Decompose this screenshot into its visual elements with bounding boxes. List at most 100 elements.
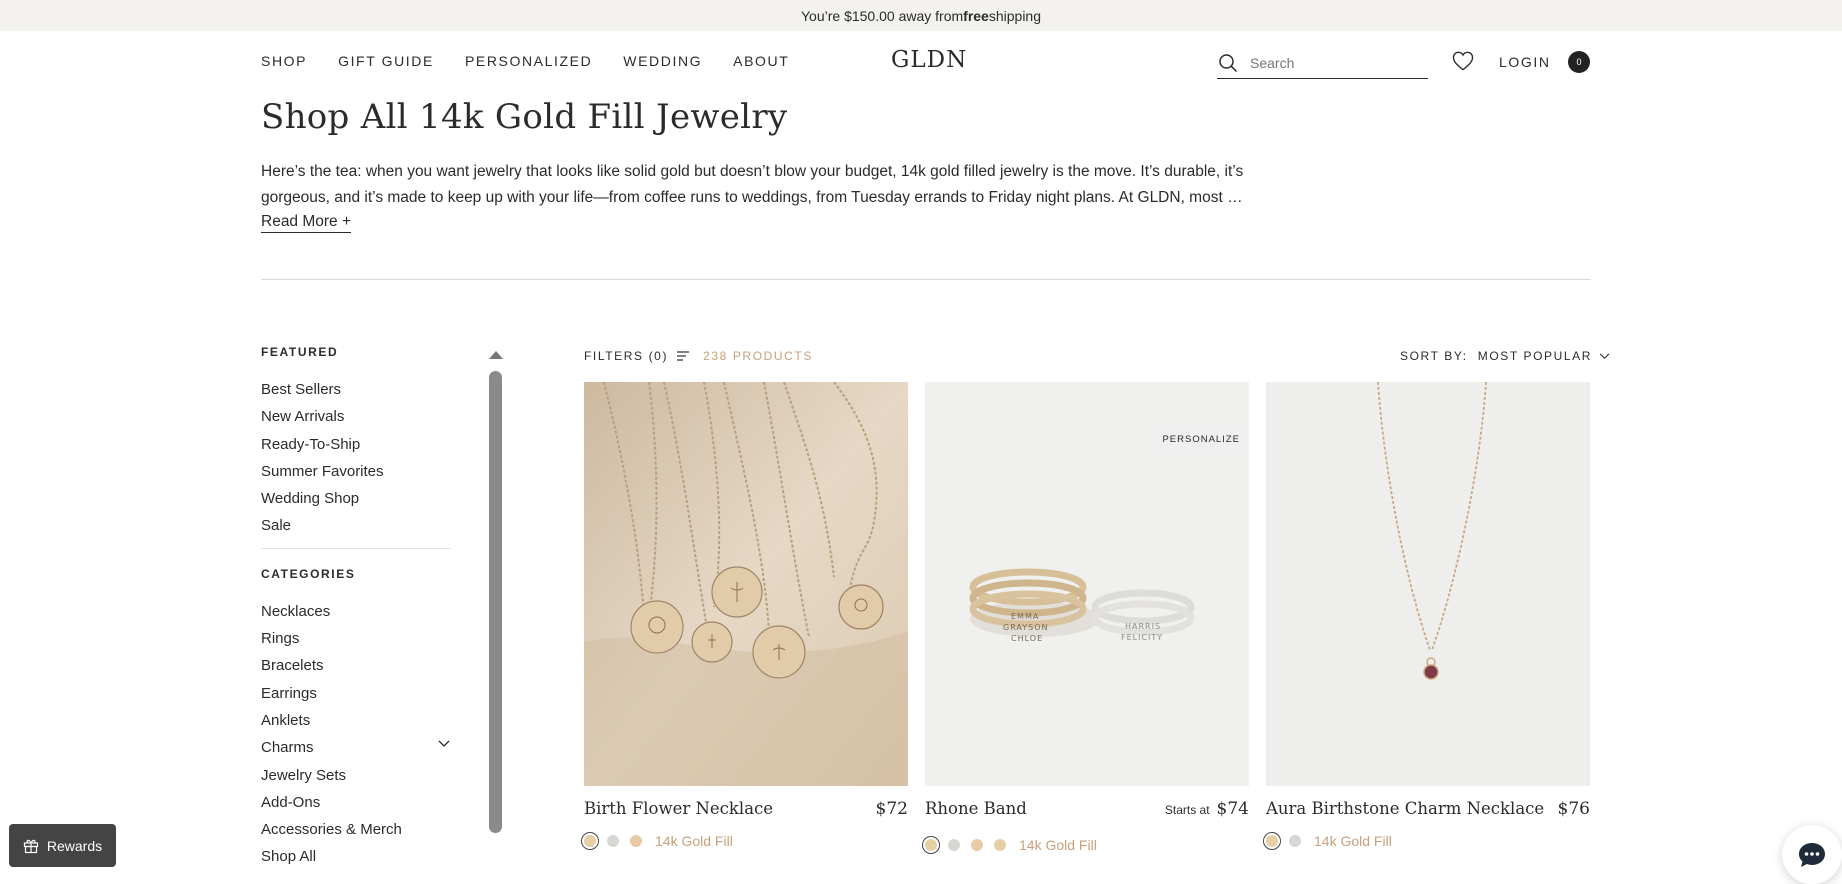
cart-count-badge[interactable]: 0 [1568, 51, 1590, 73]
product-card[interactable]: Birth Flower Necklace $72 14k Gold Fill [584, 382, 908, 853]
swatch-gold[interactable] [925, 839, 937, 851]
swatch-rose[interactable] [971, 839, 983, 851]
product-grid: Birth Flower Necklace $72 14k Gold Fill [584, 382, 1590, 853]
sidebar-item-anklets[interactable]: Anklets [261, 710, 451, 737]
price-value: $76 [1557, 799, 1590, 819]
sort-dropdown[interactable]: SORT BY: MOST POPULAR [1400, 349, 1610, 363]
swatch-silver[interactable] [1289, 835, 1301, 847]
intro-text: Here’s the tea: when you want jewelry th… [261, 159, 1251, 211]
featured-list: Best Sellers New Arrivals Ready-To-Ship … [261, 379, 451, 543]
product-name[interactable]: Rhone Band [925, 799, 1027, 818]
announcement-bar: You’re $150.00 away from free shipping [0, 0, 1842, 31]
swatch-label: 14k Gold Fill [1019, 837, 1097, 853]
read-more-link[interactable]: Read More + [261, 213, 352, 233]
product-toolbar: FILTERS (0) 238 PRODUCTS [584, 349, 813, 363]
nav-wedding[interactable]: WEDDING [623, 53, 702, 69]
color-swatches: 14k Gold Fill [1266, 833, 1590, 849]
engraving-harris: HARRIS [1125, 622, 1161, 631]
sort-label: SORT BY: [1400, 349, 1468, 363]
filter-lines-icon[interactable] [677, 351, 690, 361]
product-price: $72 [869, 799, 908, 819]
announcement-bold: free [963, 7, 989, 24]
sidebar-scrollbar[interactable] [489, 371, 502, 833]
sidebar-item-best-sellers[interactable]: Best Sellers [261, 379, 451, 406]
product-name[interactable]: Aura Birthstone Charm Necklace [1266, 799, 1544, 818]
categories-list: Necklaces Rings Bracelets Earrings Ankle… [261, 601, 451, 874]
sidebar-item-summer-favorites[interactable]: Summer Favorites [261, 461, 451, 488]
rewards-button[interactable]: Rewards [9, 824, 116, 867]
nav-about[interactable]: ABOUT [733, 53, 789, 69]
main-nav: SHOP GIFT GUIDE PERSONALIZED WEDDING ABO… [261, 53, 789, 69]
logo[interactable]: GLDN [891, 47, 967, 73]
sidebar-item-ready-to-ship[interactable]: Ready-To-Ship [261, 434, 451, 461]
sidebar-item-bracelets[interactable]: Bracelets [261, 655, 451, 682]
product-card[interactable]: EMMA GRAYSON CHLOE HARRIS FELICITY Rhone… [925, 382, 1249, 853]
search-field[interactable] [1217, 48, 1428, 79]
sidebar-item-shop-all[interactable]: Shop All [261, 846, 451, 873]
product-price: $76 [1551, 799, 1590, 819]
search-icon [1219, 54, 1238, 73]
nav-personalized[interactable]: PERSONALIZED [465, 53, 592, 69]
login-link[interactable]: LOGIN [1499, 54, 1551, 70]
sidebar-item-necklaces[interactable]: Necklaces [261, 601, 451, 628]
product-info: Birth Flower Necklace $72 [584, 799, 908, 831]
swatch-gold-alt[interactable] [994, 839, 1006, 851]
sidebar-item-new-arrivals[interactable]: New Arrivals [261, 406, 451, 433]
color-swatches: 14k Gold Fill [584, 833, 908, 849]
sidebar-item-add-ons[interactable]: Add-Ons [261, 792, 451, 819]
chat-bubble-icon [1799, 842, 1825, 867]
nav-shop[interactable]: SHOP [261, 53, 307, 69]
featured-heading: FEATURED [261, 345, 339, 359]
product-info: Rhone Band Starts at $74 [925, 799, 1249, 831]
price-prefix: Starts at [1164, 803, 1210, 817]
swatch-label: 14k Gold Fill [655, 833, 733, 849]
engraving-chloe: CHLOE [1011, 634, 1043, 643]
swatch-gold[interactable] [584, 835, 596, 847]
sidebar-item-charms[interactable]: Charms [261, 737, 451, 764]
nav-gift-guide[interactable]: GIFT GUIDE [338, 53, 434, 69]
sidebar-item-rings[interactable]: Rings [261, 628, 451, 655]
chat-button[interactable] [1782, 825, 1842, 884]
product-count: 238 PRODUCTS [703, 349, 813, 363]
wishlist-heart-icon[interactable] [1452, 51, 1474, 71]
personalize-badge[interactable]: PERSONALIZE [1153, 429, 1249, 450]
swatch-silver[interactable] [607, 835, 619, 847]
search-input[interactable] [1248, 54, 1422, 72]
sidebar-item-wedding-shop[interactable]: Wedding Shop [261, 488, 451, 515]
divider [261, 279, 1591, 280]
sidebar-item-earrings[interactable]: Earrings [261, 683, 451, 710]
product-info: Aura Birthstone Charm Necklace $76 [1266, 799, 1590, 831]
sidebar-item-sale[interactable]: Sale [261, 515, 451, 542]
swatch-rose[interactable] [630, 835, 642, 847]
filters-button[interactable]: FILTERS (0) [584, 349, 668, 363]
sort-value[interactable]: MOST POPULAR [1478, 349, 1592, 363]
announcement-text: You’re $150.00 away from [801, 7, 964, 24]
swatch-gold[interactable] [1266, 835, 1278, 847]
price-value: $74 [1216, 799, 1249, 819]
engraving-felicity: FELICITY [1121, 633, 1163, 642]
sidebar-divider [261, 547, 451, 549]
product-image-aura-birthstone-charm-necklace[interactable] [1266, 382, 1590, 786]
sidebar-item-jewelry-sets[interactable]: Jewelry Sets [261, 765, 451, 792]
categories-heading: CATEGORIES [261, 566, 356, 581]
announcement-tail: shipping [988, 7, 1041, 24]
chevron-down-icon[interactable] [438, 740, 450, 748]
rewards-label: Rewards [46, 837, 103, 854]
swatch-silver[interactable] [948, 839, 960, 851]
filter-sidebar: FEATURED Best Sellers New Arrivals Ready… [261, 345, 451, 874]
page-title: Shop All 14k Gold Fill Jewelry [261, 97, 788, 137]
scroll-up-arrow[interactable] [489, 351, 503, 359]
product-price: Starts at $74 [1165, 799, 1249, 819]
gift-icon [23, 839, 38, 853]
intro-line-2: gorgeous, and it’s made to keep up with … [261, 189, 1251, 206]
product-name[interactable]: Birth Flower Necklace [584, 799, 773, 818]
sidebar-item-accessories-merch[interactable]: Accessories & Merch [261, 819, 451, 846]
engraving-grayson: GRAYSON [1003, 623, 1049, 632]
product-card[interactable]: Aura Birthstone Charm Necklace $76 14k G… [1266, 382, 1590, 853]
product-image-birth-flower-necklace[interactable] [584, 382, 908, 786]
price-value: $72 [875, 799, 908, 819]
color-swatches: 14k Gold Fill [925, 837, 1249, 853]
sidebar-item-charms-label: Charms [261, 739, 314, 757]
intro-line-1: Here’s the tea: when you want jewelry th… [261, 163, 1244, 180]
site-header: SHOP GIFT GUIDE PERSONALIZED WEDDING ABO… [0, 31, 1842, 91]
